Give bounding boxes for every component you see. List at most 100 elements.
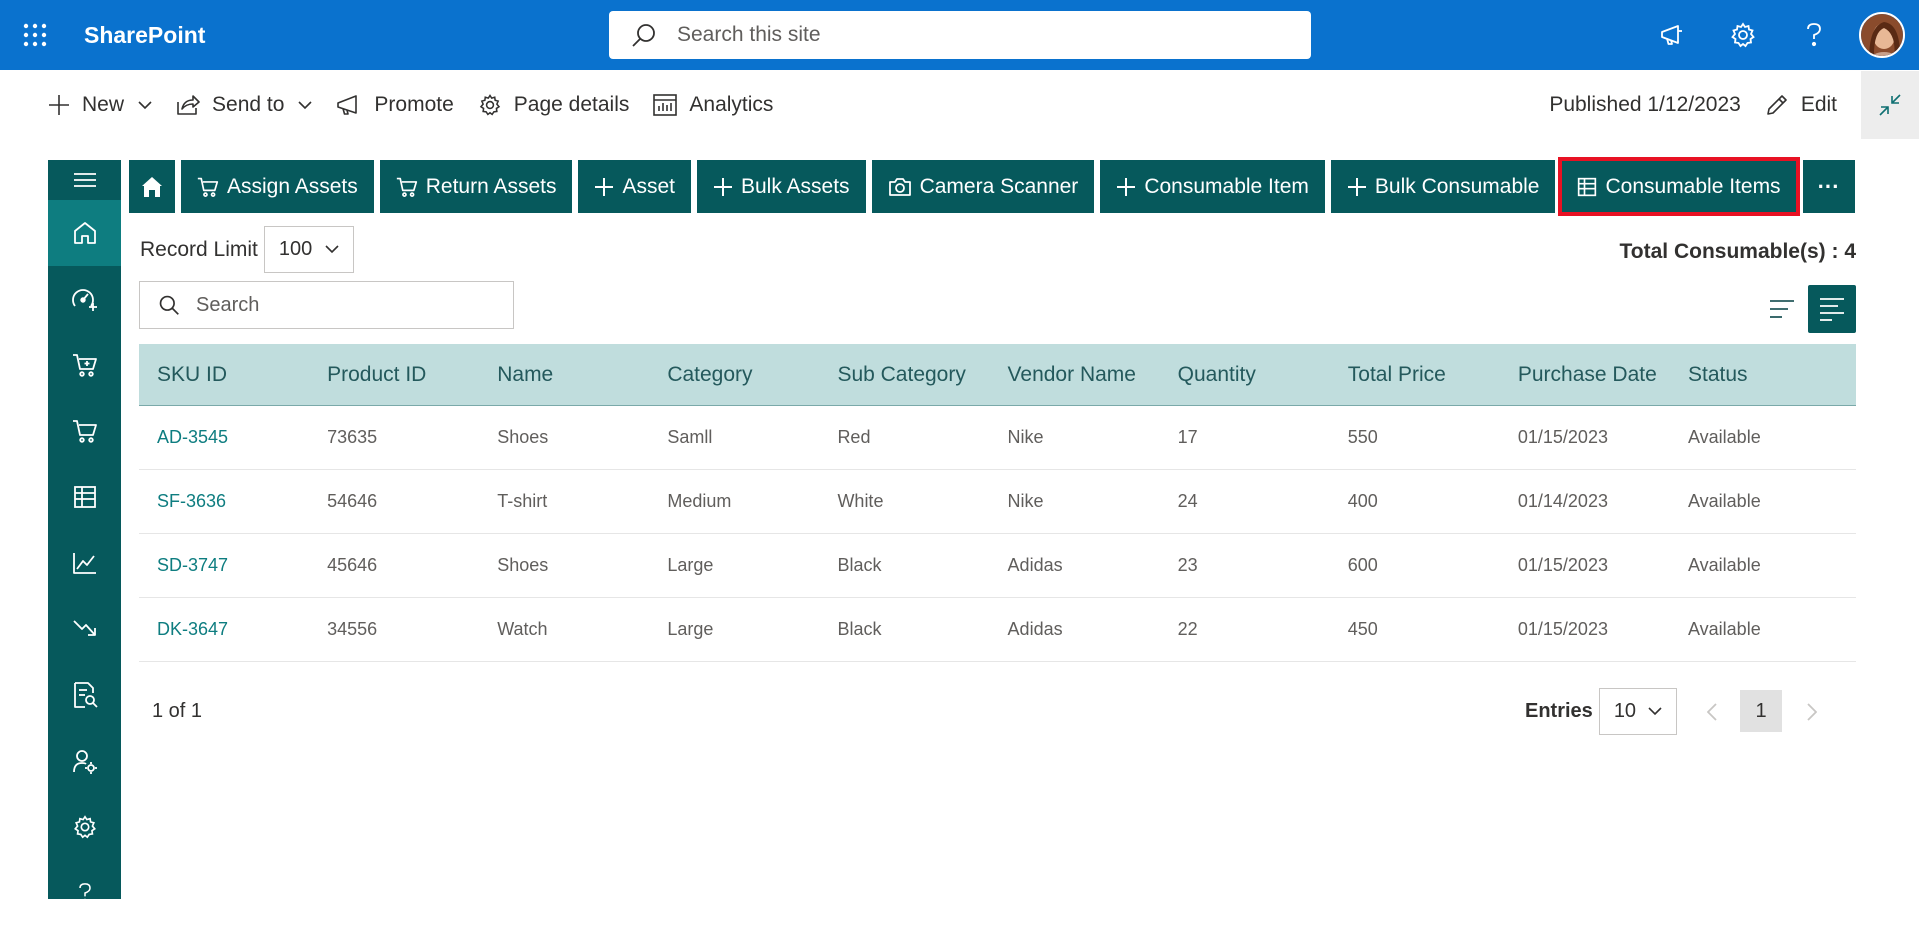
column-header-vendor-name[interactable]: Vendor Name: [990, 363, 1160, 387]
table-cell: Shoes: [497, 555, 549, 575]
column-header-sub-category[interactable]: Sub Category: [819, 363, 989, 387]
consumable-item-label: Consumable Item: [1144, 174, 1309, 198]
app-launcher-waffle-icon[interactable]: [0, 0, 70, 70]
camera-scanner-button[interactable]: Camera Scanner: [871, 160, 1095, 213]
home-button[interactable]: [129, 160, 175, 213]
table-cell: Available: [1687, 619, 1761, 639]
analytics-label: Analytics: [689, 93, 774, 116]
table-cell: 01/14/2023: [1517, 491, 1608, 511]
entries-dropdown[interactable]: 10: [1598, 688, 1677, 735]
next-page-chevron-right-icon[interactable]: [1792, 692, 1832, 732]
grid-search-input[interactable]: [196, 293, 496, 317]
page-info: 1 of 1: [152, 700, 203, 722]
column-header-category[interactable]: Category: [649, 363, 819, 387]
column-header-purchase-date[interactable]: Purchase Date: [1500, 363, 1670, 387]
table-cell: Available: [1687, 555, 1761, 575]
grid-list-icon[interactable]: [48, 464, 121, 530]
bulk-assets-button[interactable]: Bulk Assets: [697, 160, 866, 213]
previous-page-chevron-left-icon[interactable]: [1692, 692, 1732, 732]
column-header-total-price[interactable]: Total Price: [1330, 363, 1500, 387]
page-details-label: Page details: [513, 93, 630, 116]
entries-selector: Entries 10: [1525, 688, 1677, 735]
edit-button[interactable]: Edit: [1753, 70, 1849, 140]
feedback-megaphone-icon[interactable]: [1636, 0, 1707, 70]
more-options-button[interactable]: ···: [1802, 160, 1855, 213]
sharepoint-brand[interactable]: SharePoint: [84, 22, 205, 49]
table-cell: 17: [1177, 427, 1198, 447]
detailed-view-icon[interactable]: [1808, 285, 1856, 333]
table-row: AD-3545 73635 Shoes Samll Red Nike 17 55…: [139, 406, 1856, 470]
table-cell: 73635: [327, 427, 378, 447]
grid-search-box[interactable]: [139, 281, 514, 329]
help-icon[interactable]: [1778, 0, 1849, 70]
table-header: SKU ID Product ID Name Category Sub Cate…: [139, 344, 1856, 406]
total-consumables: Total Consumable(s) : 4: [1619, 240, 1856, 263]
column-header-quantity[interactable]: Quantity: [1160, 363, 1330, 387]
column-header-product-id[interactable]: Product ID: [309, 363, 479, 387]
megaphone-icon: [336, 93, 362, 117]
record-limit-dropdown[interactable]: 100: [263, 226, 354, 273]
page-number-button[interactable]: 1: [1740, 690, 1782, 732]
search-icon: [631, 22, 657, 48]
table-cell: T-shirt: [497, 491, 548, 511]
collapse-icon[interactable]: [1861, 71, 1919, 139]
send-to-button[interactable]: Send to: [164, 70, 324, 140]
chevron-down-icon: [1648, 707, 1662, 716]
plus-icon: [1116, 177, 1136, 197]
cart-return-icon[interactable]: [48, 398, 121, 464]
sku-link[interactable]: SD-3747: [157, 555, 228, 575]
menu-icon[interactable]: [48, 160, 121, 200]
return-assets-button[interactable]: Return Assets: [379, 160, 573, 213]
plus-icon: [594, 177, 614, 197]
add-consumable-item-button[interactable]: Consumable Item: [1100, 160, 1325, 213]
table-cell: Nike: [1007, 491, 1044, 511]
compact-view-icon[interactable]: [1762, 285, 1802, 333]
suite-bar: SharePoint: [0, 0, 1919, 70]
site-search-box[interactable]: [609, 11, 1311, 59]
analytics-button[interactable]: Analytics: [641, 70, 785, 140]
line-chart-icon[interactable]: [48, 530, 121, 596]
sku-link[interactable]: SF-3636: [157, 491, 226, 511]
add-asset-button[interactable]: Asset: [578, 160, 691, 213]
promote-button[interactable]: Promote: [324, 70, 465, 140]
column-header-status[interactable]: Status: [1670, 363, 1856, 387]
published-status: Published 1/12/2023: [1549, 93, 1741, 116]
user-settings-icon[interactable]: [48, 728, 121, 794]
user-avatar[interactable]: [1859, 12, 1905, 58]
cart-icon: [396, 176, 418, 198]
page-details-button[interactable]: Page details: [466, 70, 642, 140]
assign-assets-button[interactable]: Assign Assets: [181, 160, 374, 213]
sku-link[interactable]: AD-3545: [157, 427, 228, 447]
cart-icon[interactable]: [48, 332, 121, 398]
table-cell: 54646: [327, 491, 378, 511]
table-cell: White: [837, 491, 884, 511]
table-cell: 24: [1177, 491, 1198, 511]
help-icon[interactable]: [48, 860, 121, 926]
sku-cell: SD-3747: [139, 555, 309, 576]
plus-icon: [48, 94, 70, 116]
sku-link[interactable]: DK-3647: [157, 619, 228, 639]
table-row: SF-3636 54646 T-shirt Medium White Nike …: [139, 470, 1856, 534]
trend-down-icon[interactable]: [48, 596, 121, 662]
share-icon: [176, 94, 200, 116]
grid-list-icon: [1577, 177, 1597, 197]
site-search-input[interactable]: [677, 23, 1237, 47]
table-cell: Medium: [667, 491, 732, 511]
column-header-sku-id[interactable]: SKU ID: [139, 363, 309, 387]
cart-icon: [197, 176, 219, 198]
settings-gear-icon[interactable]: [1707, 0, 1778, 70]
report-search-icon[interactable]: [48, 662, 121, 728]
assign-assets-label: Assign Assets: [227, 174, 358, 198]
home-icon[interactable]: [48, 200, 121, 266]
entries-label: Entries: [1525, 700, 1593, 722]
table-cell: Nike: [1007, 427, 1044, 447]
bulk-consumable-button[interactable]: Bulk Consumable: [1330, 160, 1556, 213]
gear-icon: [478, 93, 502, 117]
dashboard-add-icon[interactable]: [48, 266, 121, 332]
chevron-down-icon: [325, 245, 339, 254]
consumable-items-button[interactable]: Consumable Items: [1558, 157, 1800, 216]
settings-gear-icon[interactable]: [48, 794, 121, 860]
new-button[interactable]: New: [36, 70, 164, 140]
column-header-name[interactable]: Name: [479, 363, 649, 387]
bulk-assets-label: Bulk Assets: [741, 174, 850, 198]
